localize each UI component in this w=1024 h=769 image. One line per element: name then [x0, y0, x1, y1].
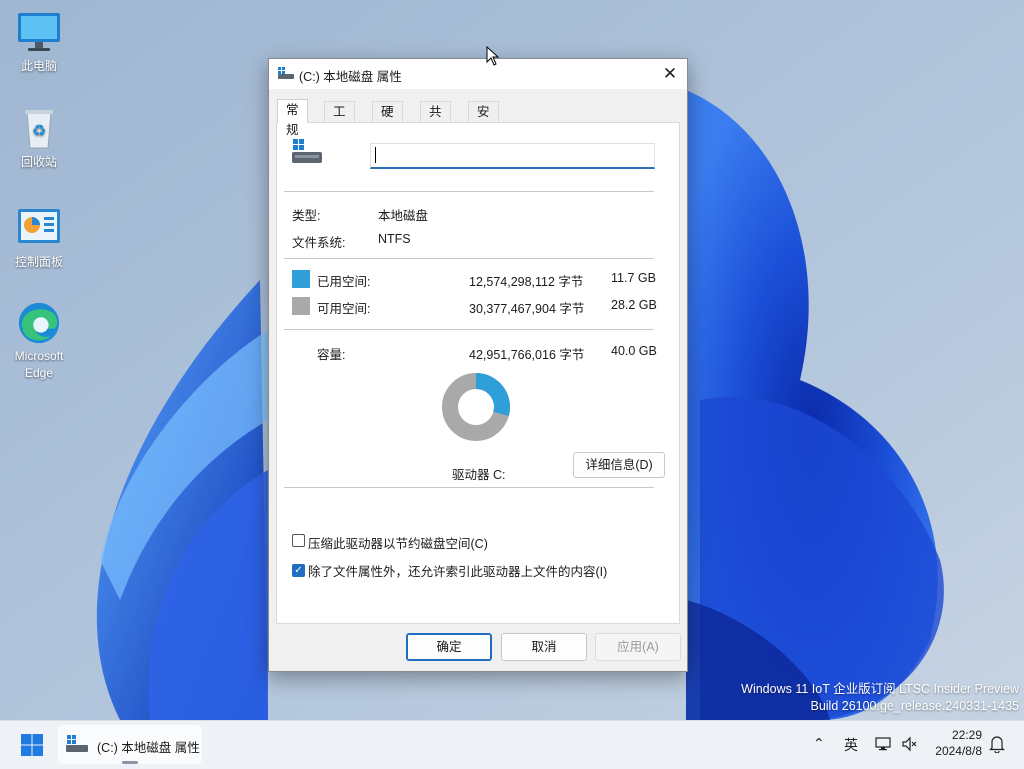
- desktop-icon-label: 此电脑: [20, 59, 57, 73]
- used-space-swatch: [292, 270, 310, 288]
- computer-icon: [18, 13, 60, 51]
- network-icon[interactable]: [875, 736, 891, 752]
- free-space-bytes: 30,377,467,904 字节: [469, 302, 585, 316]
- start-button[interactable]: [21, 734, 43, 756]
- drive-letter-label: 驱动器 C:: [452, 468, 506, 482]
- filesystem-value: NTFS: [378, 232, 411, 246]
- ok-button[interactable]: 确定: [406, 633, 492, 661]
- desktop-icon-label-line2: Edge: [24, 366, 54, 380]
- divider: [284, 191, 654, 192]
- filesystem-label: 文件系统:: [292, 236, 346, 250]
- desktop-icon-label: 控制面板: [14, 255, 63, 269]
- windows-logo-icon: [21, 734, 43, 756]
- taskbar-item-drive-properties[interactable]: (C:) 本地磁盘 属性: [58, 725, 202, 764]
- notification-bell-icon[interactable]: [989, 735, 1005, 753]
- taskbar: (C:) 本地磁盘 属性 ⌃ 英 22:29 2024/8/8: [0, 720, 1024, 769]
- recycle-bin-icon: ♻: [25, 110, 53, 149]
- clock[interactable]: 22:29 2024/8/8: [926, 727, 982, 759]
- used-space-arc: [475, 373, 510, 417]
- windows-build-watermark: Windows 11 IoT 企业版订阅 LTSC Insider Previe…: [741, 681, 1019, 715]
- free-space-label: 可用空间:: [317, 302, 371, 316]
- tab-security[interactable]: 安全: [468, 101, 499, 139]
- desktop-icon-edge[interactable]: Microsoft Edge: [4, 300, 74, 382]
- svg-text:♻: ♻: [32, 121, 46, 140]
- index-checkbox[interactable]: ✓: [292, 564, 305, 577]
- edge-icon: [18, 302, 60, 344]
- drive-icon: [292, 139, 322, 163]
- compress-label[interactable]: 压缩此驱动器以节约磁盘空间(C): [308, 533, 488, 552]
- details-button[interactable]: 详细信息(D): [573, 452, 665, 478]
- tab-general[interactable]: 常规: [277, 99, 308, 137]
- free-space-size: 28.2 GB: [611, 298, 657, 312]
- dialog-titlebar[interactable]: (C:) 本地磁盘 属性 ✕: [269, 59, 687, 89]
- volume-label-input[interactable]: [370, 143, 655, 169]
- active-indicator: [122, 761, 138, 764]
- divider: [284, 487, 654, 488]
- tab-tools[interactable]: 工具: [324, 101, 355, 139]
- control-panel-icon: [18, 209, 60, 243]
- desktop-icon-this-pc[interactable]: 此电脑: [4, 10, 74, 75]
- compress-checkbox[interactable]: [292, 534, 305, 547]
- desktop-icon-label-line1: Microsoft: [14, 349, 64, 363]
- capacity-bytes: 42,951,766,016 字节: [469, 348, 585, 362]
- drive-properties-dialog: (C:) 本地磁盘 属性 ✕ 常规 工具 硬件 共享 安全 类型: 本地磁盘 文…: [268, 58, 688, 672]
- used-space-label: 已用空间:: [317, 275, 371, 289]
- tab-hardware[interactable]: 硬件: [372, 101, 403, 139]
- clock-date: 2024/8/8: [935, 744, 982, 758]
- tab-sharing[interactable]: 共享: [420, 101, 451, 139]
- mouse-pointer-icon: [486, 46, 500, 66]
- volume-muted-icon[interactable]: [901, 736, 917, 752]
- capacity-label: 容量:: [317, 348, 346, 362]
- desktop-icon-label: 回收站: [20, 155, 57, 169]
- index-label[interactable]: 除了文件属性外，还允许索引此驱动器上文件的内容(I): [308, 561, 607, 580]
- taskbar-item-label: (C:) 本地磁盘 属性: [97, 741, 200, 755]
- clock-time: 22:29: [951, 728, 982, 742]
- apply-button[interactable]: 应用(A): [595, 633, 681, 661]
- close-icon: ✕: [662, 64, 678, 83]
- type-value: 本地磁盘: [378, 209, 429, 223]
- close-button[interactable]: ✕: [653, 59, 687, 89]
- drive-icon: [278, 67, 294, 79]
- used-space-size: 11.7 GB: [611, 271, 656, 285]
- desktop-icon-recycle-bin[interactable]: ♻ 回收站: [4, 106, 74, 171]
- input-method-indicator[interactable]: 英: [844, 735, 858, 755]
- text-caret: [375, 147, 376, 163]
- show-hidden-icons-chevron-up-icon[interactable]: ⌃: [813, 735, 825, 752]
- dialog-title: (C:) 本地磁盘 属性: [299, 70, 402, 84]
- watermark-edition: Windows 11 IoT 企业版订阅 LTSC Insider Previe…: [741, 682, 1019, 696]
- type-label: 类型:: [292, 209, 321, 223]
- drive-icon: [66, 735, 88, 752]
- capacity-size: 40.0 GB: [611, 344, 657, 358]
- used-space-bytes: 12,574,298,112 字节: [469, 275, 584, 289]
- divider: [284, 258, 654, 259]
- desktop-icon-control-panel[interactable]: 控制面板: [4, 206, 74, 271]
- watermark-build: Build 26100.ge_release.240331-1435: [810, 699, 1019, 713]
- cancel-button[interactable]: 取消: [501, 633, 587, 661]
- free-space-swatch: [292, 297, 310, 315]
- divider: [284, 329, 654, 330]
- disk-usage-donut: [442, 373, 510, 441]
